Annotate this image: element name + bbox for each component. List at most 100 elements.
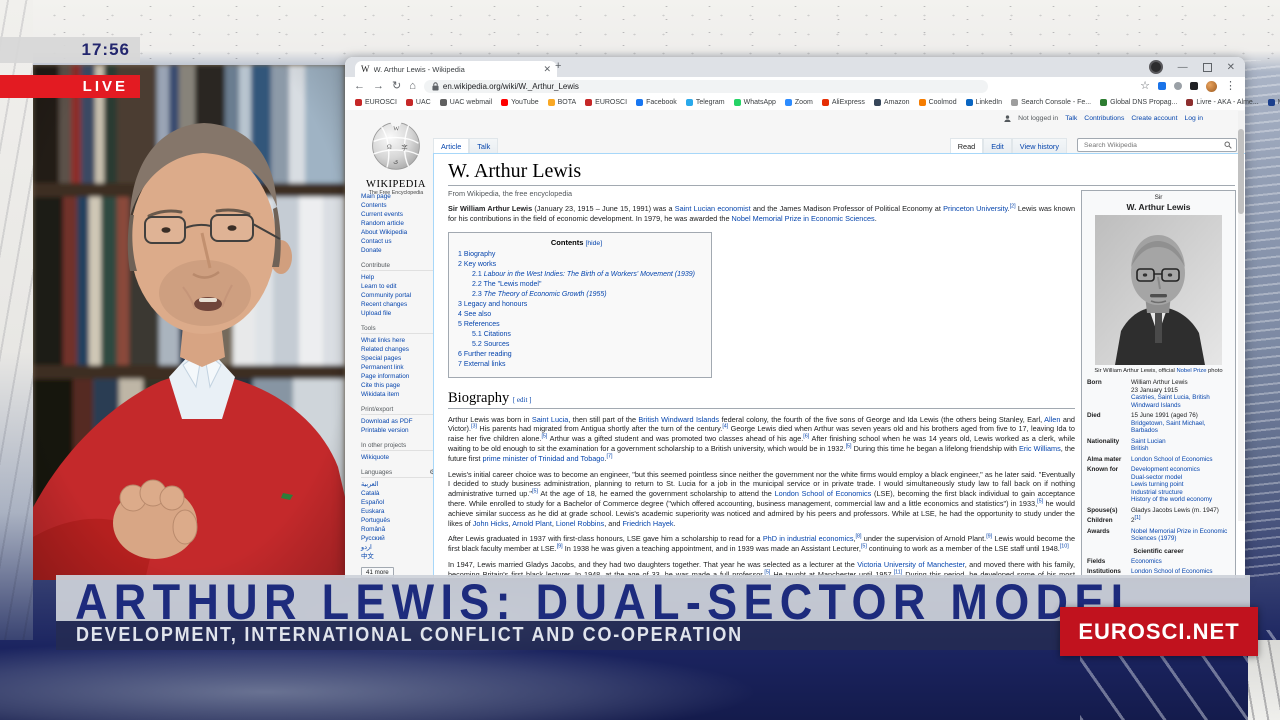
citation-ref[interactable]: [1] xyxy=(1135,515,1141,521)
home-icon[interactable]: ⌂ xyxy=(409,81,416,92)
sidebar-link[interactable]: Learn to edit xyxy=(361,282,435,291)
toc-item[interactable]: 4 See also xyxy=(458,310,695,320)
citation-ref[interactable]: [9] xyxy=(557,544,563,550)
sidebar-link[interactable]: العربية xyxy=(361,480,435,489)
bookmark-item[interactable]: Livre - AKA - Alme... xyxy=(1186,99,1258,106)
toc-hide-link[interactable]: [hide] xyxy=(585,240,602,247)
bookmark-item[interactable]: EUROSCI xyxy=(585,99,627,106)
infobox-value-link[interactable]: Economics xyxy=(1131,558,1230,566)
citation-ref[interactable]: [10] xyxy=(1060,544,1069,550)
citation-ref[interactable]: [3] xyxy=(471,424,477,430)
sidebar-link[interactable]: Recent changes xyxy=(361,300,435,309)
sidebar-link[interactable]: Contents xyxy=(361,201,435,210)
article-link[interactable]: Nobel Memorial Prize in Economic Science… xyxy=(732,214,875,223)
sidebar-link[interactable]: Donate xyxy=(361,246,435,255)
article-link[interactable]: John Hicks xyxy=(473,519,509,528)
sidebar-link[interactable]: Related changes xyxy=(361,345,435,354)
citation-ref[interactable]: [4] xyxy=(722,424,728,430)
bookmark-item[interactable]: AliExpress xyxy=(822,99,865,106)
toc-item[interactable]: 6 Further reading xyxy=(458,350,695,360)
scrollbar-thumb[interactable] xyxy=(1238,129,1244,214)
sidebar-link[interactable]: Page information xyxy=(361,372,435,381)
personal-tool-link[interactable]: Contributions xyxy=(1084,115,1124,122)
profile-avatar[interactable] xyxy=(1206,81,1217,92)
new-tab-button[interactable]: + xyxy=(555,60,561,72)
citation-ref[interactable]: [2] xyxy=(1010,204,1016,210)
sidebar-link[interactable]: Main page xyxy=(361,192,435,201)
bookmark-item[interactable]: My Proposal(s) xyxy=(1268,99,1280,106)
sidebar-link[interactable]: Català xyxy=(361,489,435,498)
infobox-value-link[interactable]: British xyxy=(1131,445,1230,453)
sidebar-link[interactable]: Help xyxy=(361,273,435,282)
address-bar[interactable]: en.wikipedia.org/wiki/W._Arthur_Lewis xyxy=(424,80,988,93)
tab-article[interactable]: Article xyxy=(433,138,469,153)
reload-icon[interactable]: ↻ xyxy=(392,81,401,92)
sidebar-link[interactable]: Contact us xyxy=(361,237,435,246)
infobox-value-link[interactable]: Nobel Memorial Prize in Economic Science… xyxy=(1131,528,1230,543)
sidebar-link[interactable]: اردو xyxy=(361,543,435,552)
toc-item[interactable]: 3 Legacy and honours xyxy=(458,300,695,310)
infobox-value-link[interactable]: Dual-sector model xyxy=(1131,474,1230,482)
tab-edit[interactable]: Edit xyxy=(983,138,1012,153)
bookmark-item[interactable]: UAC xyxy=(406,99,431,106)
infobox-value-link[interactable]: London School of Economics xyxy=(1131,456,1230,464)
infobox-value-link[interactable]: History of the world economy xyxy=(1131,496,1230,504)
toc-item[interactable]: 1 Biography xyxy=(458,250,695,260)
citation-ref[interactable]: [5] xyxy=(861,544,867,550)
extension-icon-dark[interactable] xyxy=(1190,82,1198,90)
infobox-value-link[interactable]: Industrial structure xyxy=(1131,489,1230,497)
bookmark-item[interactable]: Global DNS Propag... xyxy=(1100,99,1177,106)
article-link[interactable]: Princeton University xyxy=(943,204,1008,213)
article-link[interactable]: prime minister of Trinidad and Tobago xyxy=(482,454,604,463)
toc-item[interactable]: 2.2 The "Lewis model" xyxy=(458,280,695,290)
toc-item[interactable]: 5.1 Citations xyxy=(458,330,695,340)
sidebar-link[interactable]: Português xyxy=(361,516,435,525)
tab-read[interactable]: Read xyxy=(950,138,983,153)
bookmark-item[interactable]: UAC webmail xyxy=(440,99,492,106)
forward-icon[interactable]: → xyxy=(373,81,384,92)
article-link[interactable]: Arnold Plant xyxy=(512,519,552,528)
sidebar-link[interactable]: Cite this page xyxy=(361,381,435,390)
citation-ref[interactable]: [5] xyxy=(532,489,538,495)
sidebar-link[interactable]: Community portal xyxy=(361,291,435,300)
bookmark-item[interactable]: Amazon xyxy=(874,99,910,106)
infobox-value-link[interactable]: Saint Lucian xyxy=(1131,438,1230,446)
infobox-value-link[interactable]: Lewis turning point xyxy=(1131,481,1230,489)
article-link[interactable]: Allen xyxy=(1044,415,1060,424)
toc-item[interactable]: 5 References xyxy=(458,320,695,330)
back-icon[interactable]: ← xyxy=(354,81,365,92)
personal-tool-link[interactable]: Create account xyxy=(1131,115,1177,122)
close-button[interactable]: ✕ xyxy=(1227,62,1235,73)
sidebar-link[interactable]: Download as PDF xyxy=(361,417,435,426)
personal-tool-link[interactable]: Log in xyxy=(1184,115,1203,122)
sidebar-link[interactable]: Wikidata item xyxy=(361,390,435,399)
article-link[interactable]: Eric Williams xyxy=(1019,444,1061,453)
bookmark-item[interactable]: EUROSCI xyxy=(355,99,397,106)
extension-icon-translate[interactable] xyxy=(1158,82,1166,90)
sidebar-link[interactable]: Current events xyxy=(361,210,435,219)
article-link[interactable]: Friedrich Hayek xyxy=(622,519,673,528)
sidebar-link[interactable]: What links here xyxy=(361,336,435,345)
tab-talk[interactable]: Talk xyxy=(469,138,498,153)
bookmark-star-icon[interactable]: ☆ xyxy=(1140,81,1150,92)
article-link[interactable]: PhD in industrial economics xyxy=(763,534,854,543)
sidebar-link[interactable]: Wikiquote xyxy=(361,453,435,462)
toc-item[interactable]: 5.2 Sources xyxy=(458,340,695,350)
sidebar-link[interactable]: Русский xyxy=(361,534,435,543)
infobox-value-link[interactable]: Development economics xyxy=(1131,466,1230,474)
sidebar-link[interactable]: Permanent link xyxy=(361,363,435,372)
wikipedia-search-box[interactable] xyxy=(1077,138,1237,152)
article-link[interactable]: Saint Lucian xyxy=(675,204,715,213)
citation-ref[interactable]: [5] xyxy=(846,444,852,450)
personal-tool-link[interactable]: Talk xyxy=(1065,115,1077,122)
citation-ref[interactable]: [9] xyxy=(986,534,992,540)
toc-item[interactable]: 2.3 The Theory of Economic Growth (1955) xyxy=(458,290,695,300)
toc-item[interactable]: 2.1 Labour in the West Indies: The Birth… xyxy=(458,270,695,280)
browser-tab[interactable]: W W. Arthur Lewis - Wikipedia ✕ xyxy=(355,61,557,77)
bookmark-item[interactable]: Facebook xyxy=(636,99,677,106)
bookmark-item[interactable]: BOTA xyxy=(548,99,577,106)
maximize-button[interactable] xyxy=(1203,63,1212,72)
tab-close-icon[interactable]: ✕ xyxy=(543,65,551,74)
citation-ref[interactable]: [6] xyxy=(803,434,809,440)
article-link[interactable]: London School of Economics xyxy=(775,489,872,498)
